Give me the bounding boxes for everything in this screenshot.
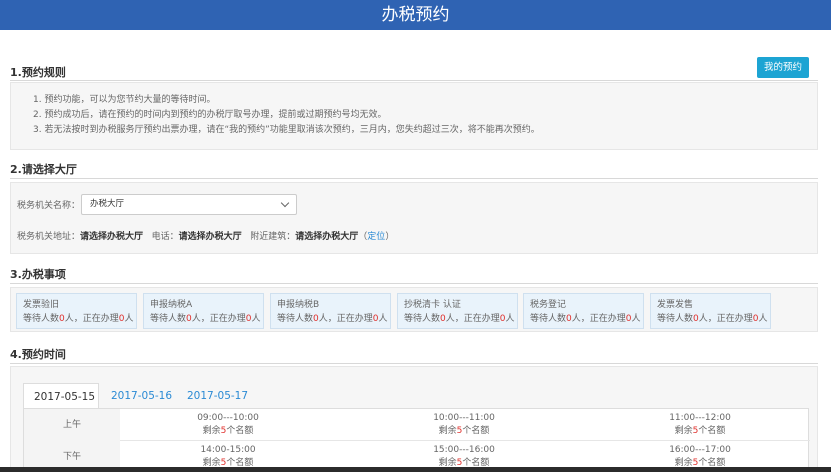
locate-paren-open: （ xyxy=(358,232,368,242)
locate-paren-close: ） xyxy=(385,232,395,242)
section-title-rules: 1.预约规则 xyxy=(10,66,66,79)
rule-item: 3. 若无法按时到办税服务厅预约出票办理，请在“我的预约”功能里取消该次预约，三… xyxy=(33,125,540,135)
schedule-table: 上午 09:00---10:00 剩余5个名额 10:00---11:00 剩余… xyxy=(23,408,810,472)
tax-item-count: 等待人数0人，正在办理0人 xyxy=(657,314,768,324)
hall-select-value: 办税大厅 xyxy=(90,199,125,209)
section-title-hall: 2.请选择大厅 xyxy=(10,163,77,176)
divider xyxy=(10,283,818,284)
nearby-label: 附近建筑： xyxy=(250,232,296,242)
date-tab[interactable]: 2017-05-15 xyxy=(23,383,99,409)
tax-item-card[interactable]: 申报纳税B 等待人数0人，正在办理0人 xyxy=(270,293,391,329)
items-panel: 发票验旧 等待人数0人，正在办理0人 申报纳税A 等待人数0人，正在办理0人 申… xyxy=(10,287,818,332)
tax-item-card[interactable]: 发票发售 等待人数0人，正在办理0人 xyxy=(650,293,771,329)
time-slot[interactable]: 09:00---10:00 剩余5个名额 xyxy=(168,412,288,438)
tax-item-name: 税务登记 xyxy=(530,300,567,310)
rule-item: 1. 预约功能，可以为您节约大量的等待时间。 xyxy=(33,95,216,105)
locate-link[interactable]: 定位 xyxy=(367,232,385,242)
rules-list: 1. 预约功能，可以为您节约大量的等待时间。 2. 预约成功后，请在预约的时间内… xyxy=(33,93,817,138)
page-title: 办税预约 xyxy=(381,5,450,25)
slot-remaining: 剩余5个名额 xyxy=(674,426,726,436)
time-slot[interactable]: 10:00---11:00 剩余5个名额 xyxy=(404,412,524,438)
slot-time: 15:00---16:00 xyxy=(433,445,495,455)
rule-item: 2. 预约成功后，请在预约的时间内到预约的办税厅取号办理，提前或过期预约号均无效… xyxy=(33,110,387,120)
tax-item-card[interactable]: 发票验旧 等待人数0人，正在办理0人 xyxy=(16,293,137,329)
period-label: 上午 xyxy=(24,409,120,441)
tax-item-card[interactable]: 抄税清卡 认证 等待人数0人，正在办理0人 xyxy=(397,293,518,329)
chevron-down-icon xyxy=(280,198,290,208)
time-panel: 2017-05-15 2017-05-16 2017-05-17 上午 09:0… xyxy=(10,366,818,472)
section-title-time: 4.预约时间 xyxy=(10,348,66,361)
time-slot[interactable]: 11:00---12:00 剩余5个名额 xyxy=(640,412,760,438)
divider xyxy=(10,80,818,81)
tax-item-name: 申报纳税A xyxy=(150,300,193,310)
section-title-items: 3.办税事项 xyxy=(10,268,66,281)
tax-item-name: 发票发售 xyxy=(657,300,694,310)
hall-name-label: 税务机关名称： xyxy=(17,201,81,211)
slot-time: 10:00---11:00 xyxy=(433,413,495,423)
my-booking-button[interactable]: 我的预约 xyxy=(757,57,809,78)
hall-info-row: 税务机关地址：请选择办税大厅 电话：请选择办税大厅 附近建筑：请选择办税大厅（定… xyxy=(17,229,394,242)
page-header: 办税预约 xyxy=(0,0,831,30)
slot-time: 11:00---12:00 xyxy=(669,413,731,423)
tax-item-count: 等待人数0人，正在办理0人 xyxy=(530,314,641,324)
tax-item-name: 发票验旧 xyxy=(23,300,60,310)
slot-remaining: 剩余5个名额 xyxy=(202,426,254,436)
date-tab[interactable]: 2017-05-16 xyxy=(101,383,182,409)
slot-time: 14:00-15:00 xyxy=(200,445,256,455)
hall-select[interactable]: 办税大厅 xyxy=(81,194,297,215)
date-tab[interactable]: 2017-05-17 xyxy=(177,383,258,409)
address-label: 税务机关地址： xyxy=(17,232,81,242)
tax-item-name: 申报纳税B xyxy=(277,300,320,310)
schedule-row-morning: 上午 09:00---10:00 剩余5个名额 10:00---11:00 剩余… xyxy=(24,409,810,441)
tax-item-count: 等待人数0人，正在办理0人 xyxy=(277,314,388,324)
divider xyxy=(10,178,818,179)
divider xyxy=(10,363,818,364)
phone-label: 电话： xyxy=(151,232,179,242)
address-value: 请选择办税大厅 xyxy=(80,232,144,242)
tax-item-card[interactable]: 税务登记 等待人数0人，正在办理0人 xyxy=(523,293,644,329)
slot-remaining: 剩余5个名额 xyxy=(438,426,490,436)
tax-item-count: 等待人数0人，正在办理0人 xyxy=(23,314,134,324)
nearby-value: 请选择办税大厅 xyxy=(295,232,359,242)
slot-time: 09:00---10:00 xyxy=(197,413,259,423)
tax-item-name: 抄税清卡 认证 xyxy=(404,300,461,310)
tax-item-count: 等待人数0人，正在办理0人 xyxy=(404,314,515,324)
rules-panel: 1. 预约功能，可以为您节约大量的等待时间。 2. 预约成功后，请在预约的时间内… xyxy=(10,82,818,150)
slot-time: 16:00---17:00 xyxy=(669,445,731,455)
tax-item-card[interactable]: 申报纳税A 等待人数0人，正在办理0人 xyxy=(143,293,264,329)
hall-panel: 税务机关名称： 办税大厅 税务机关地址：请选择办税大厅 电话：请选择办税大厅 附… xyxy=(10,182,818,254)
phone-value: 请选择办税大厅 xyxy=(178,232,242,242)
tax-item-count: 等待人数0人，正在办理0人 xyxy=(150,314,261,324)
bottom-bar xyxy=(0,467,831,472)
